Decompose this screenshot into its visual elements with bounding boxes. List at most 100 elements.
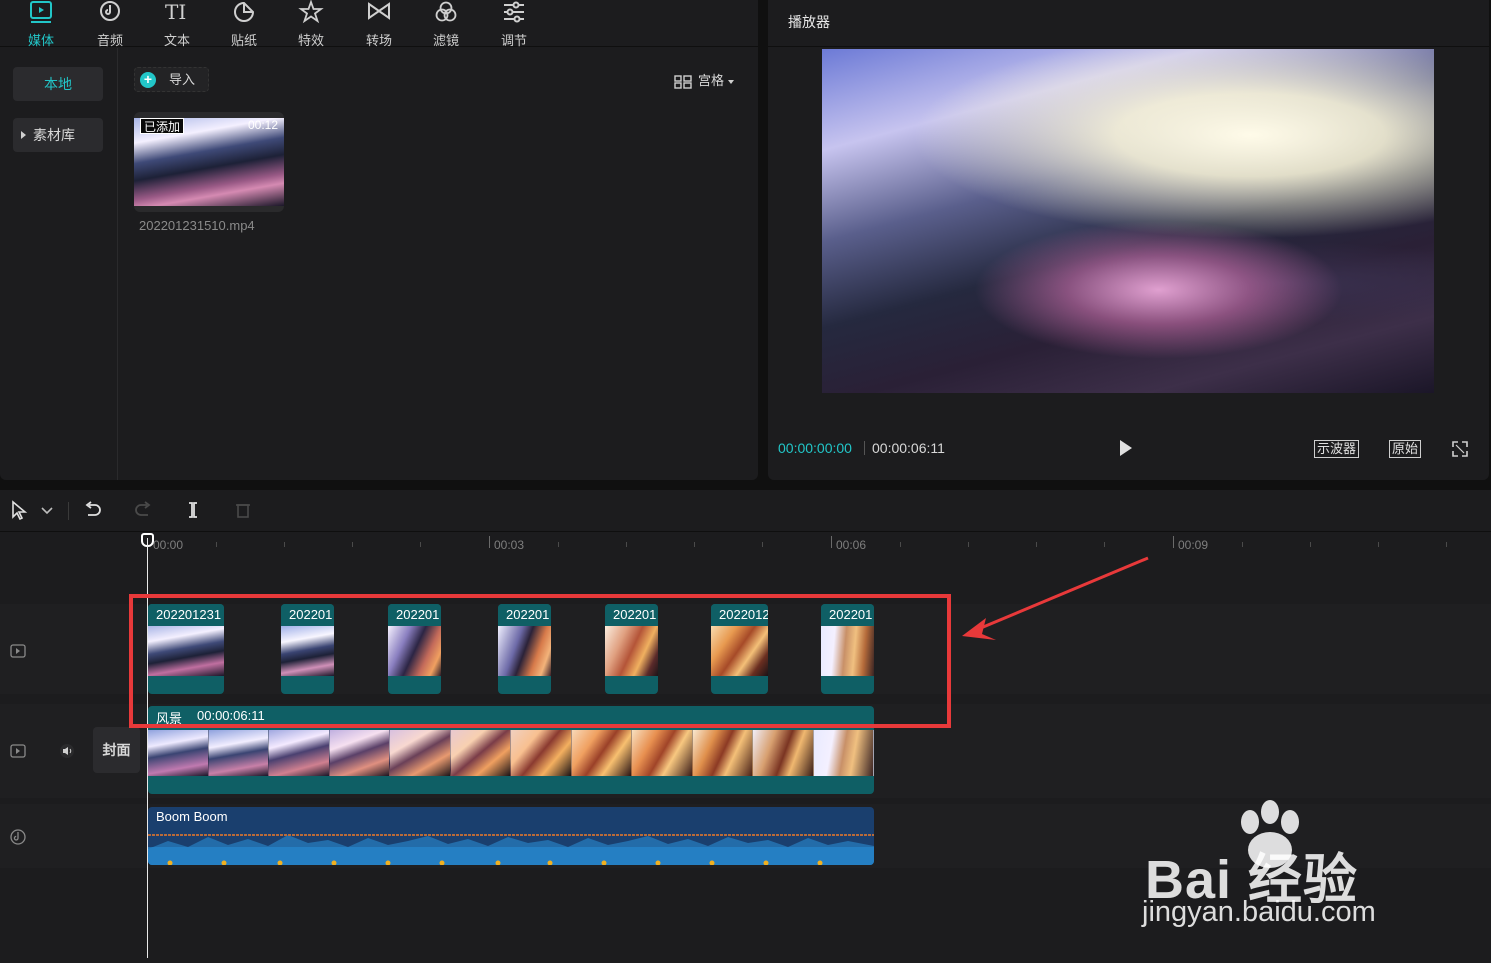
arrow-annotation-icon [962,556,1149,640]
toolbar-divider [68,502,69,520]
music-track-icon[interactable] [10,829,26,845]
scope-button[interactable]: 示波器 [1314,440,1360,458]
timeline-ruler[interactable]: 00:00 00:03 00:06 00:09 [148,532,1491,554]
player-preview[interactable] [822,49,1434,393]
delete-icon[interactable] [233,500,253,520]
player-header: 播放器 [768,0,1489,47]
ruler-tick [900,542,901,547]
fullscreen-icon[interactable] [1452,441,1468,457]
view-mode-label: 宫格 [698,73,725,88]
filmstrip-frame [450,730,511,776]
filmstrip-frame [753,730,814,776]
tab-effects-label: 特效 [297,33,324,48]
main-clip-filmstrip [148,730,874,776]
aspect-original-button[interactable]: 原始 [1389,440,1422,458]
tab-adjust-label: 调节 [500,33,527,48]
current-time: 00:00:00:00 [778,440,852,456]
cover-button[interactable]: 封面 [93,727,140,773]
ruler-tick [1446,542,1447,547]
play-button[interactable] [1120,440,1132,456]
filmstrip-frame [571,730,632,776]
ruler-tick [762,542,763,547]
chevron-down-icon [728,79,735,84]
watermark-url: jingyan.baidu.com [1142,896,1376,928]
filmstrip-frame [632,730,693,776]
sidebar-item-library[interactable]: 素材库 [13,118,103,152]
ruler-tick [352,542,353,547]
media-sidebar: 本地 素材库 [0,48,118,480]
ruler-label: 00:09 [1178,538,1209,552]
media-icon [30,1,52,23]
effects-icon [298,0,324,24]
ruler-tick [626,542,627,547]
video-track-icon[interactable] [10,643,26,659]
select-cursor-icon[interactable] [9,500,29,520]
time-divider [864,441,865,455]
tab-media[interactable]: 媒体 [15,0,67,48]
media-card[interactable]: 已添加 00:12 [134,112,284,212]
undo-icon[interactable] [83,500,103,520]
tab-audio-label: 音频 [96,33,123,48]
expand-caret-icon [21,131,26,139]
filmstrip-frame [390,730,451,776]
ruler-tick [831,536,832,548]
tab-effects[interactable]: 特效 [285,0,337,48]
media-filename: 202201231510.mp4 [139,218,255,233]
split-icon[interactable] [183,500,203,520]
ruler-tick [489,536,490,548]
tab-adjust[interactable]: 调节 [488,0,540,48]
sticker-icon [234,1,255,22]
import-button[interactable]: + 导入 [134,67,209,92]
main-toolbar: 媒体 音频 TI 文本 贴纸 特效 转场 滤镜 调节 [0,0,758,48]
tab-filter[interactable]: 滤镜 [420,0,472,48]
media-duration: 00:12 [247,118,278,132]
plus-icon: + [140,72,156,88]
text-icon: TI [165,0,186,24]
ruler-tick [694,542,695,547]
sidebar-item-local[interactable]: 本地 [13,67,103,101]
filmstrip-frame [511,730,572,776]
media-panel: 媒体 音频 TI 文本 贴纸 特效 转场 滤镜 调节 本地 素材库 + 导入 宫… [0,0,758,480]
tab-text-label: 文本 [163,33,190,48]
tab-text[interactable]: TI 文本 [151,0,203,48]
baidu-watermark: Bai 经验 jingyan.baidu.com [1140,800,1440,940]
view-mode-dropdown[interactable]: 宫格 [674,70,735,89]
ruler-label: 00:06 [836,538,867,552]
ruler-label: 00:03 [494,538,525,552]
filmstrip-frame [329,730,390,776]
ruler-tick [1310,542,1311,547]
timeline-toolbar [0,490,1491,532]
ruler-tick [216,542,217,547]
filmstrip-frame [208,730,269,776]
audio-clip-name: Boom Boom [156,809,228,824]
adjust-icon [504,1,524,23]
ruler-tick [1173,536,1174,548]
chevron-down-icon[interactable] [37,500,57,520]
tab-media-label: 媒体 [27,33,54,48]
ruler-tick [1242,542,1243,547]
tab-sticker[interactable]: 贴纸 [218,0,270,48]
ruler-tick [1378,542,1379,547]
ruler-tick [968,542,969,547]
filmstrip-frame [813,730,874,776]
filter-icon [435,1,457,22]
import-label: 导入 [169,72,196,87]
ruler-tick [1104,542,1105,547]
total-time: 00:00:06:11 [872,440,945,456]
audio-clip[interactable]: Boom Boom [148,807,874,865]
video-track-icon[interactable] [10,743,26,759]
tab-transition[interactable]: 转场 [353,0,405,48]
player-panel: 播放器 00:00:00:00 00:00:06:11 示波器 原始 [768,0,1489,480]
svg-text:TI: TI [165,0,186,24]
audio-icon [100,1,120,21]
grid-view-icon [674,74,692,89]
player-title: 播放器 [788,14,830,30]
added-badge: 已添加 [140,118,185,134]
filmstrip-frame [692,730,753,776]
redo-icon[interactable] [133,500,153,520]
tab-filter-label: 滤镜 [432,33,459,48]
ruler-tick [1036,542,1037,547]
speaker-icon[interactable] [59,743,75,759]
filmstrip-frame [269,730,330,776]
tab-audio[interactable]: 音频 [84,0,136,48]
